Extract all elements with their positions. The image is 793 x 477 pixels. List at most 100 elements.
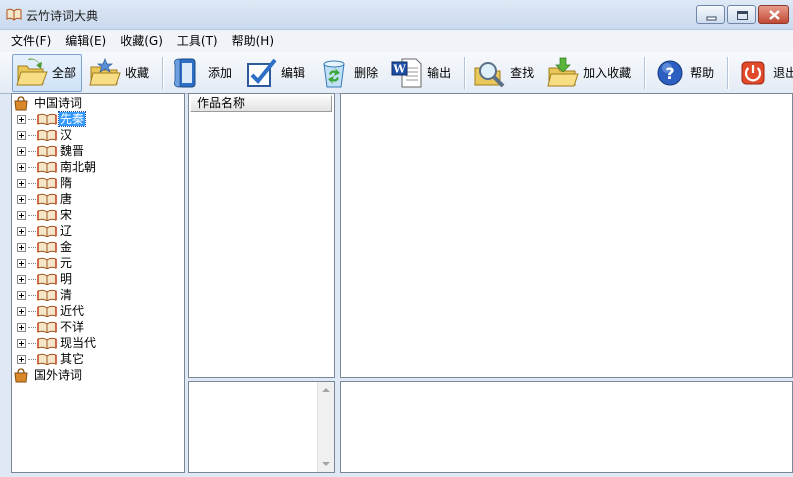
open-book-icon bbox=[37, 321, 57, 333]
expand-plus-icon[interactable] bbox=[17, 114, 26, 124]
minimize-button[interactable] bbox=[696, 5, 725, 24]
menu-help[interactable]: 帮助(H) bbox=[225, 31, 281, 51]
tree-connector bbox=[28, 150, 36, 152]
tree-item-dynasty[interactable]: 其它 bbox=[17, 351, 85, 367]
menu-edit[interactable]: 编辑(E) bbox=[58, 31, 113, 51]
scroll-down-icon[interactable] bbox=[322, 462, 330, 466]
tree-root-foreign[interactable]: 国外诗词 bbox=[13, 367, 83, 383]
tree-item-dynasty[interactable]: 不详 bbox=[17, 319, 85, 335]
tree-label: 辽 bbox=[60, 224, 73, 238]
favorites-button[interactable]: 收藏 bbox=[85, 54, 155, 92]
works-list[interactable]: 作品名称 bbox=[188, 93, 335, 378]
open-book-icon bbox=[37, 145, 57, 157]
add-button[interactable]: 添加 bbox=[168, 54, 238, 92]
expand-plus-icon[interactable] bbox=[17, 290, 26, 300]
tree-item-dynasty[interactable]: 南北朝 bbox=[17, 159, 97, 175]
tree-label: 隋 bbox=[60, 176, 73, 190]
delete-label: 删除 bbox=[354, 66, 379, 80]
column-header-work-name[interactable]: 作品名称 bbox=[190, 95, 332, 112]
edit-button[interactable]: 编辑 bbox=[241, 54, 311, 92]
tree-item-dynasty[interactable]: 隋 bbox=[17, 175, 73, 191]
vertical-scrollbar[interactable] bbox=[317, 382, 334, 472]
expand-plus-icon[interactable] bbox=[17, 194, 26, 204]
add-favorite-button[interactable]: 加入收藏 bbox=[543, 54, 637, 92]
open-book-icon bbox=[37, 305, 57, 317]
add-favorite-label: 加入收藏 bbox=[583, 66, 632, 80]
tree-item-dynasty[interactable]: 先秦 bbox=[17, 111, 87, 127]
expand-plus-icon[interactable] bbox=[17, 130, 26, 140]
add-favorite-folder-icon bbox=[547, 57, 579, 86]
tree-root-chinese[interactable]: 中国诗词 bbox=[13, 95, 83, 111]
tree-item-dynasty[interactable]: 汉 bbox=[17, 127, 73, 143]
book-app-icon bbox=[6, 8, 22, 21]
detail-panel[interactable] bbox=[340, 381, 793, 473]
tree-label: 清 bbox=[60, 288, 73, 302]
menu-favorites[interactable]: 收藏(G) bbox=[113, 31, 170, 51]
tree-item-dynasty[interactable]: 近代 bbox=[17, 303, 85, 319]
open-book-icon bbox=[37, 225, 57, 237]
menu-bar: 文件(F) 编辑(E) 收藏(G) 工具(T) 帮助(H) bbox=[0, 30, 793, 52]
expand-plus-icon[interactable] bbox=[17, 210, 26, 220]
expand-plus-icon[interactable] bbox=[17, 178, 26, 188]
tree-item-dynasty[interactable]: 明 bbox=[17, 271, 73, 287]
expand-plus-icon[interactable] bbox=[17, 322, 26, 332]
tree-connector bbox=[28, 214, 36, 216]
expand-plus-icon[interactable] bbox=[17, 146, 26, 156]
tree-label: 现当代 bbox=[60, 336, 97, 350]
bag-icon bbox=[14, 96, 28, 111]
open-book-icon bbox=[37, 161, 57, 173]
expand-plus-icon[interactable] bbox=[17, 226, 26, 236]
tree-connector bbox=[28, 182, 36, 184]
maximize-button[interactable] bbox=[727, 5, 756, 24]
tree-connector bbox=[28, 326, 36, 328]
tree-item-dynasty[interactable]: 宋 bbox=[17, 207, 73, 223]
open-book-icon bbox=[37, 241, 57, 253]
open-book-icon bbox=[37, 129, 57, 141]
delete-button[interactable]: 删除 bbox=[314, 54, 384, 92]
tree-item-dynasty[interactable]: 辽 bbox=[17, 223, 73, 239]
expand-plus-icon[interactable] bbox=[17, 258, 26, 268]
close-button[interactable] bbox=[758, 5, 789, 24]
tree-label: 汉 bbox=[60, 128, 73, 142]
toolbar: 全部 收藏 添加 编辑 删除 W 输出 查找 加入收藏 ? 帮助 退出 bbox=[0, 52, 793, 94]
exit-button[interactable]: 退出 bbox=[733, 54, 793, 92]
search-button[interactable]: 查找 bbox=[470, 54, 540, 92]
open-book-icon bbox=[37, 113, 57, 125]
tree-connector bbox=[28, 310, 36, 312]
category-tree[interactable]: 中国诗词 先秦汉魏晋 南北朝隋唐宋辽金元明清近代 不详现当代 其它 国外诗词 bbox=[11, 93, 185, 473]
expand-plus-icon[interactable] bbox=[17, 274, 26, 284]
open-book-icon bbox=[37, 193, 57, 205]
close-icon bbox=[769, 10, 780, 20]
export-label: 输出 bbox=[427, 66, 452, 80]
tree-connector bbox=[28, 134, 36, 136]
all-button[interactable]: 全部 bbox=[12, 53, 83, 92]
svg-text:?: ? bbox=[665, 64, 674, 83]
expand-plus-icon[interactable] bbox=[17, 338, 26, 348]
tree-label: 不详 bbox=[60, 320, 85, 334]
help-button[interactable]: ? 帮助 bbox=[650, 54, 720, 92]
expand-plus-icon[interactable] bbox=[17, 162, 26, 172]
edit-check-icon bbox=[247, 58, 277, 87]
tree-connector bbox=[28, 342, 36, 344]
menu-tools[interactable]: 工具(T) bbox=[170, 31, 225, 51]
tree-item-dynasty[interactable]: 现当代 bbox=[17, 335, 97, 351]
tree-connector bbox=[28, 198, 36, 200]
open-book-icon bbox=[37, 273, 57, 285]
tree-item-dynasty[interactable]: 金 bbox=[17, 239, 73, 255]
tree-item-dynasty[interactable]: 魏晋 bbox=[17, 143, 85, 159]
export-button[interactable]: W 输出 bbox=[387, 54, 457, 92]
tree-item-dynasty[interactable]: 唐 bbox=[17, 191, 73, 207]
tree-item-dynasty[interactable]: 元 bbox=[17, 255, 73, 271]
tree-item-dynasty[interactable]: 清 bbox=[17, 287, 73, 303]
poem-content-view[interactable] bbox=[340, 93, 793, 378]
scroll-up-icon[interactable] bbox=[322, 388, 330, 392]
menu-file[interactable]: 文件(F) bbox=[4, 31, 58, 51]
recycle-bin-icon bbox=[323, 60, 345, 87]
expand-plus-icon[interactable] bbox=[17, 242, 26, 252]
tree-connector bbox=[28, 358, 36, 360]
expand-plus-icon[interactable] bbox=[17, 306, 26, 316]
expand-plus-icon[interactable] bbox=[17, 354, 26, 364]
minimize-icon bbox=[706, 16, 717, 21]
notes-panel[interactable] bbox=[188, 381, 335, 473]
svg-text:W: W bbox=[392, 62, 406, 75]
